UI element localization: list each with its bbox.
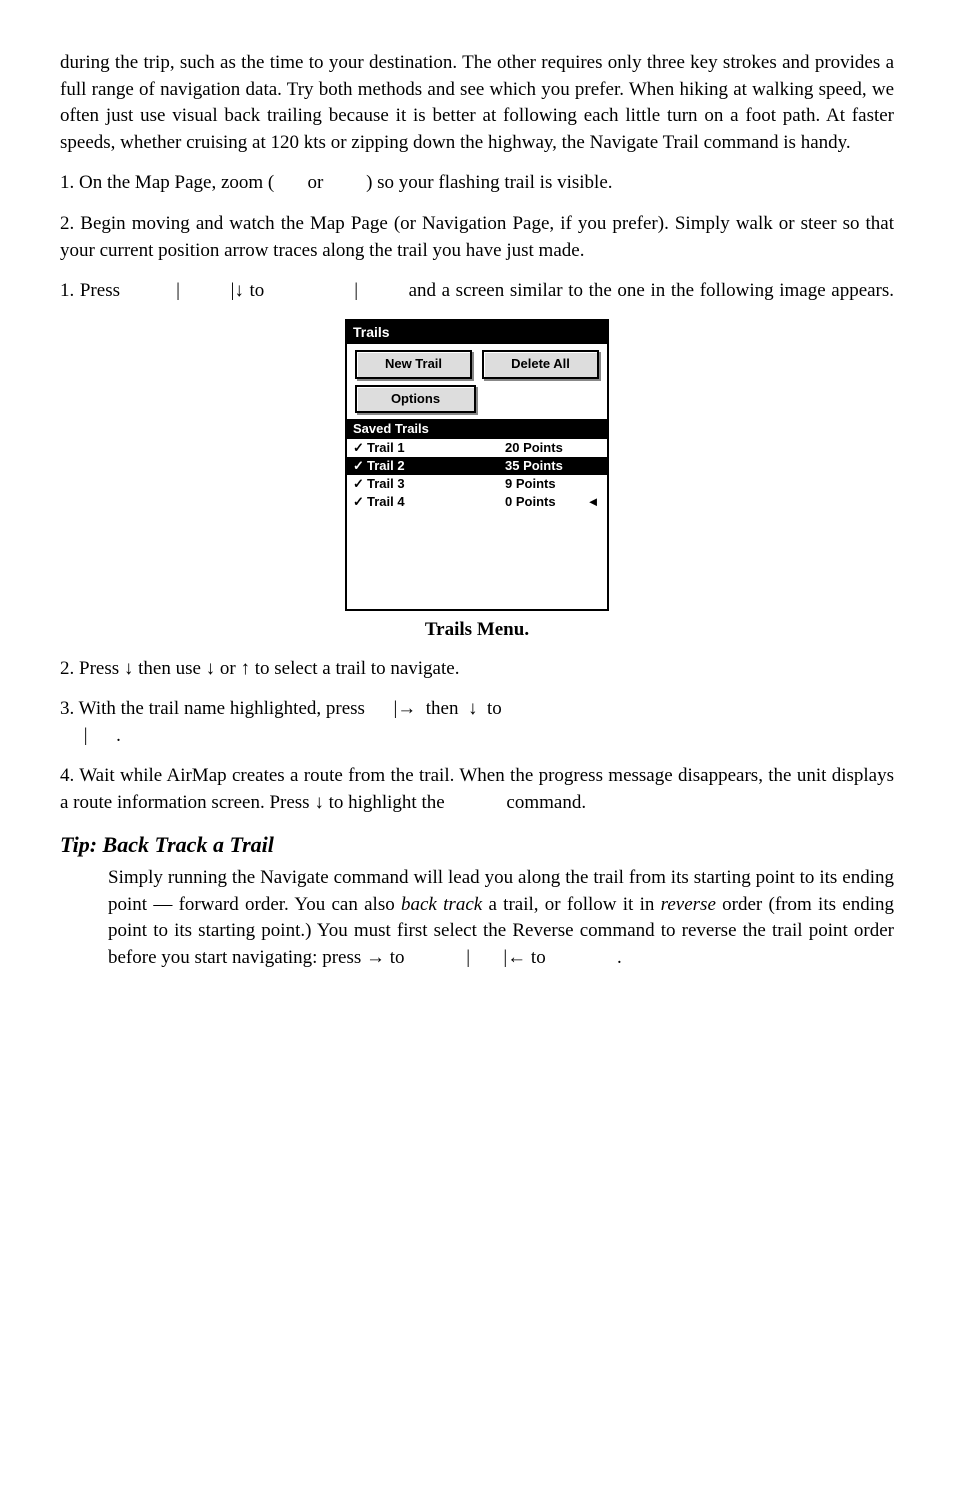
left-arrow-icon: ← bbox=[507, 947, 526, 968]
text: to bbox=[385, 947, 405, 968]
text: to select a trail to navigate. bbox=[250, 658, 459, 679]
delete-all-button[interactable]: Delete All bbox=[482, 350, 599, 378]
check-icon: ✓ bbox=[353, 493, 367, 511]
pipe: | bbox=[84, 725, 88, 746]
screenshot-figure: Trails New Trail Delete All Options Save… bbox=[60, 319, 894, 611]
nav-step-4: 4. Wait while AirMap creates a route fro… bbox=[60, 763, 894, 816]
check-icon: ✓ bbox=[353, 439, 367, 457]
saved-trails-header: Saved Trails bbox=[347, 419, 607, 439]
tip-heading: Tip: Back Track a Trail bbox=[60, 830, 894, 861]
right-arrow-icon: → bbox=[397, 698, 416, 719]
trail-points: 0 Points bbox=[505, 493, 585, 511]
visual-step-2: 2. Begin moving and watch the Map Page (… bbox=[60, 211, 894, 264]
options-button[interactable]: Options bbox=[355, 385, 476, 413]
text: 3. With the trail name highlighted, pres… bbox=[60, 698, 365, 719]
trail-name: Trail 1 bbox=[367, 439, 505, 457]
row-arrow-icon: ◄ bbox=[585, 493, 601, 511]
emphasis: reverse bbox=[661, 894, 716, 915]
text: ) so your flashing trail is visible. bbox=[366, 172, 612, 193]
dot: . bbox=[617, 947, 622, 968]
nav-step-1: 1. Press | |↓ to | and a screen similar … bbox=[60, 278, 894, 305]
nav-step-2: 2. Press ↓ then use ↓ or ↑ to select a t… bbox=[60, 656, 894, 683]
text: to bbox=[250, 280, 265, 301]
pipe: | bbox=[354, 280, 358, 301]
trail-points: 35 Points bbox=[505, 457, 585, 475]
trail-row[interactable]: ✓ Trail 3 9 Points bbox=[347, 475, 607, 493]
up-arrow-icon: ↑ bbox=[241, 658, 251, 679]
text: 4. Wait while AirMap creates a route fro… bbox=[60, 765, 894, 813]
text: a trail, or follow it in bbox=[482, 894, 660, 915]
trail-name: Trail 4 bbox=[367, 493, 505, 511]
trail-list[interactable]: ✓ Trail 1 20 Points ✓ Trail 2 35 Points … bbox=[347, 439, 607, 609]
text: 1. On the Map Page, zoom ( bbox=[60, 172, 274, 193]
trails-window: Trails New Trail Delete All Options Save… bbox=[345, 319, 609, 611]
text: command. bbox=[506, 792, 586, 813]
text: 1. Press bbox=[60, 280, 120, 301]
text: to bbox=[487, 698, 502, 719]
text: then bbox=[426, 698, 459, 719]
check-icon: ✓ bbox=[353, 457, 367, 475]
down-arrow-icon: ↓ bbox=[124, 658, 134, 679]
pipe: | bbox=[176, 280, 180, 301]
trail-points: 20 Points bbox=[505, 439, 585, 457]
check-icon: ✓ bbox=[353, 475, 367, 493]
trail-points: 9 Points bbox=[505, 475, 585, 493]
text: and a screen similar to the one in the f… bbox=[409, 280, 894, 301]
down-arrow-icon: ↓ bbox=[468, 698, 478, 719]
text: to bbox=[526, 947, 546, 968]
figure-caption: Trails Menu. bbox=[60, 617, 894, 644]
trail-row[interactable]: ✓ Trail 4 0 Points ◄ bbox=[347, 493, 607, 511]
dot: . bbox=[116, 725, 121, 746]
trail-name: Trail 3 bbox=[367, 475, 505, 493]
down-arrow-icon: ↓ bbox=[234, 280, 244, 301]
text: or bbox=[307, 172, 323, 193]
right-arrow-icon: → bbox=[366, 947, 385, 968]
pipe: | bbox=[466, 947, 470, 968]
trail-name: Trail 2 bbox=[367, 457, 505, 475]
text: to highlight the bbox=[324, 792, 445, 813]
visual-step-1: 1. On the Map Page, zoom ( or ) so your … bbox=[60, 170, 894, 197]
text: then use bbox=[133, 658, 205, 679]
tip-body: Simply running the Navigate command will… bbox=[108, 865, 894, 971]
new-trail-button[interactable]: New Trail bbox=[355, 350, 472, 378]
text: 2. Press bbox=[60, 658, 124, 679]
down-arrow-icon: ↓ bbox=[206, 658, 216, 679]
emphasis: back track bbox=[401, 894, 482, 915]
nav-step-3: 3. With the trail name highlighted, pres… bbox=[60, 696, 894, 749]
trail-row[interactable]: ✓ Trail 1 20 Points bbox=[347, 439, 607, 457]
trail-row[interactable]: ✓ Trail 2 35 Points bbox=[347, 457, 607, 475]
down-arrow-icon: ↓ bbox=[314, 792, 324, 813]
intro-paragraph: during the trip, such as the time to you… bbox=[60, 50, 894, 156]
text: or bbox=[215, 658, 240, 679]
window-title: Trails bbox=[347, 321, 607, 345]
